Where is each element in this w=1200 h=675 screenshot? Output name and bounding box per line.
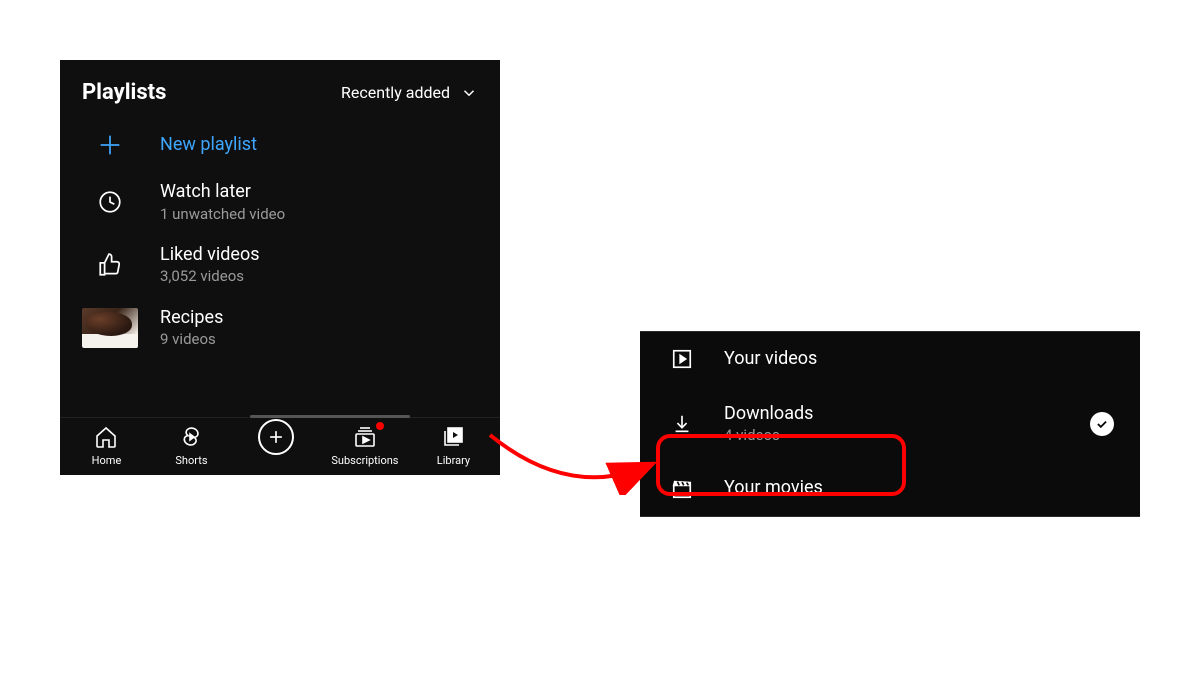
row-title: Downloads	[724, 403, 813, 426]
playlist-thumbnail	[82, 308, 138, 348]
library-items-panel: Your videos Downloads 4 videos Your movi…	[640, 331, 1140, 517]
scroll-indicator	[250, 415, 410, 418]
clapperboard-icon	[671, 478, 693, 500]
playlist-recipes[interactable]: Recipes 9 videos	[60, 297, 500, 360]
row-title: Your movies	[724, 477, 823, 500]
your-videos-row[interactable]: Your videos	[640, 332, 1140, 387]
nav-create[interactable]	[246, 424, 306, 467]
row-title: Your videos	[724, 348, 817, 371]
nav-subscriptions[interactable]: Subscriptions	[331, 424, 398, 467]
download-icon	[671, 413, 693, 435]
library-icon	[441, 425, 465, 449]
home-icon	[94, 425, 118, 449]
plus-icon	[266, 427, 286, 447]
playlist-liked-videos[interactable]: Liked videos 3,052 videos	[60, 234, 500, 297]
playlist-sub: 3,052 videos	[160, 266, 260, 286]
nav-shorts[interactable]: Shorts	[161, 424, 221, 467]
new-playlist-label: New playlist	[160, 134, 257, 157]
sort-label: Recently added	[341, 83, 450, 102]
playlists-list: New playlist Watch later 1 unwatched vid…	[60, 119, 500, 417]
nav-label	[275, 454, 278, 467]
playlist-title: Watch later	[160, 181, 285, 204]
playlist-sub: 9 videos	[160, 329, 223, 349]
playlists-title: Playlists	[82, 80, 166, 105]
nav-label: Shorts	[175, 454, 207, 467]
create-button	[258, 419, 294, 455]
subscriptions-icon	[353, 425, 377, 449]
row-sub: 4 videos	[724, 425, 813, 445]
nav-label: Home	[92, 454, 122, 467]
new-playlist-button[interactable]: New playlist	[60, 119, 500, 171]
clock-icon	[97, 189, 123, 215]
playlist-watch-later[interactable]: Watch later 1 unwatched video	[60, 171, 500, 234]
play-square-icon	[671, 348, 693, 370]
playlist-sub: 1 unwatched video	[160, 204, 285, 224]
playlist-title: Liked videos	[160, 244, 260, 267]
sort-dropdown[interactable]: Recently added	[341, 83, 478, 102]
notification-dot	[376, 422, 384, 430]
shorts-icon	[179, 425, 203, 449]
playlists-header: Playlists Recently added	[60, 60, 500, 119]
library-playlists-panel: Playlists Recently added New playlist Wa…	[60, 60, 500, 475]
complete-check-icon	[1090, 412, 1114, 436]
chevron-down-icon	[460, 84, 478, 102]
thumbs-up-icon	[97, 252, 123, 278]
bottom-nav: Home Shorts Subscriptions	[60, 417, 500, 475]
downloads-row[interactable]: Downloads 4 videos	[640, 387, 1140, 462]
nav-label: Subscriptions	[331, 454, 398, 467]
nav-home[interactable]: Home	[76, 424, 136, 467]
playlist-title: Recipes	[160, 307, 223, 330]
your-movies-row[interactable]: Your movies	[640, 461, 1140, 516]
nav-library[interactable]: Library	[423, 424, 483, 467]
nav-label: Library	[437, 454, 470, 467]
plus-icon	[96, 131, 124, 159]
